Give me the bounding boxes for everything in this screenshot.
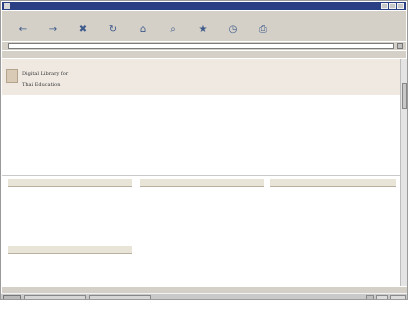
taskbar: [1, 293, 407, 299]
close-button[interactable]: [397, 3, 404, 9]
column-3-list: [270, 187, 396, 193]
toolbar-back[interactable]: ←: [10, 19, 36, 41]
window-controls: [381, 3, 404, 9]
scroll-thumb[interactable]: [402, 83, 407, 109]
history-icon: ◷: [228, 24, 238, 35]
page-title: [2, 101, 400, 106]
address-input[interactable]: [8, 43, 394, 49]
home-icon: ⌂: [139, 24, 147, 35]
brand-line-1: Digital Library for: [22, 71, 69, 77]
site-logo[interactable]: [6, 69, 18, 83]
language-indicator[interactable]: [376, 295, 388, 299]
refresh-icon: ↻: [108, 24, 118, 35]
menu-bar: [2, 11, 406, 19]
start-button[interactable]: [3, 294, 21, 299]
column-1: [8, 179, 132, 193]
column-3-header[interactable]: [270, 179, 396, 187]
column-2: [140, 179, 264, 193]
browser-screen: ← → ✖ ↻ ⌂ ⌕ ★ ◷ ⎙ Digital Library for Th…: [0, 0, 408, 300]
system-tray: [366, 295, 406, 299]
toolbar-forward[interactable]: →: [40, 19, 66, 41]
page-content: Digital Library for Thai Education: [2, 59, 400, 286]
column-1-header[interactable]: [8, 179, 132, 187]
vertical-scrollbar[interactable]: [400, 59, 407, 286]
toolbar-home[interactable]: ⌂: [130, 19, 156, 41]
title-bar: [2, 2, 406, 10]
back-icon: ←: [18, 24, 28, 35]
links-bar: [2, 51, 406, 58]
taskbar-app-1[interactable]: [24, 294, 86, 299]
print-icon: ⎙: [259, 24, 267, 35]
divider: [2, 175, 400, 176]
stop-icon: ✖: [78, 24, 88, 35]
forward-icon: →: [48, 24, 58, 35]
toolbar-history[interactable]: ◷: [220, 19, 246, 41]
maximize-button[interactable]: [389, 3, 396, 9]
brand-line-2: Thai Education: [22, 82, 61, 88]
app-icon: [4, 3, 10, 9]
column-2-list: [140, 187, 264, 193]
toolbar-print[interactable]: ⎙: [250, 19, 276, 41]
tray-icon[interactable]: [366, 295, 374, 299]
taskbar-app-2[interactable]: [89, 294, 151, 299]
toolbar-search[interactable]: ⌕: [160, 19, 186, 41]
toolbar: ← → ✖ ↻ ⌂ ⌕ ★ ◷ ⎙: [2, 19, 406, 41]
toolbar-refresh[interactable]: ↻: [100, 19, 126, 41]
toolbar-favorites[interactable]: ★: [190, 19, 216, 41]
column-3: [270, 179, 396, 193]
search-icon: ⌕: [170, 24, 176, 35]
favorites-icon: ★: [198, 24, 208, 35]
minimize-button[interactable]: [381, 3, 388, 9]
toolbar-stop[interactable]: ✖: [70, 19, 96, 41]
column-4-header[interactable]: [8, 246, 132, 254]
site-banner: Digital Library for Thai Education: [2, 59, 400, 95]
clock: [390, 295, 406, 299]
go-button[interactable]: [397, 43, 403, 49]
column-2-header[interactable]: [140, 179, 264, 187]
address-bar: [2, 42, 406, 50]
column-1-list: [8, 187, 132, 193]
